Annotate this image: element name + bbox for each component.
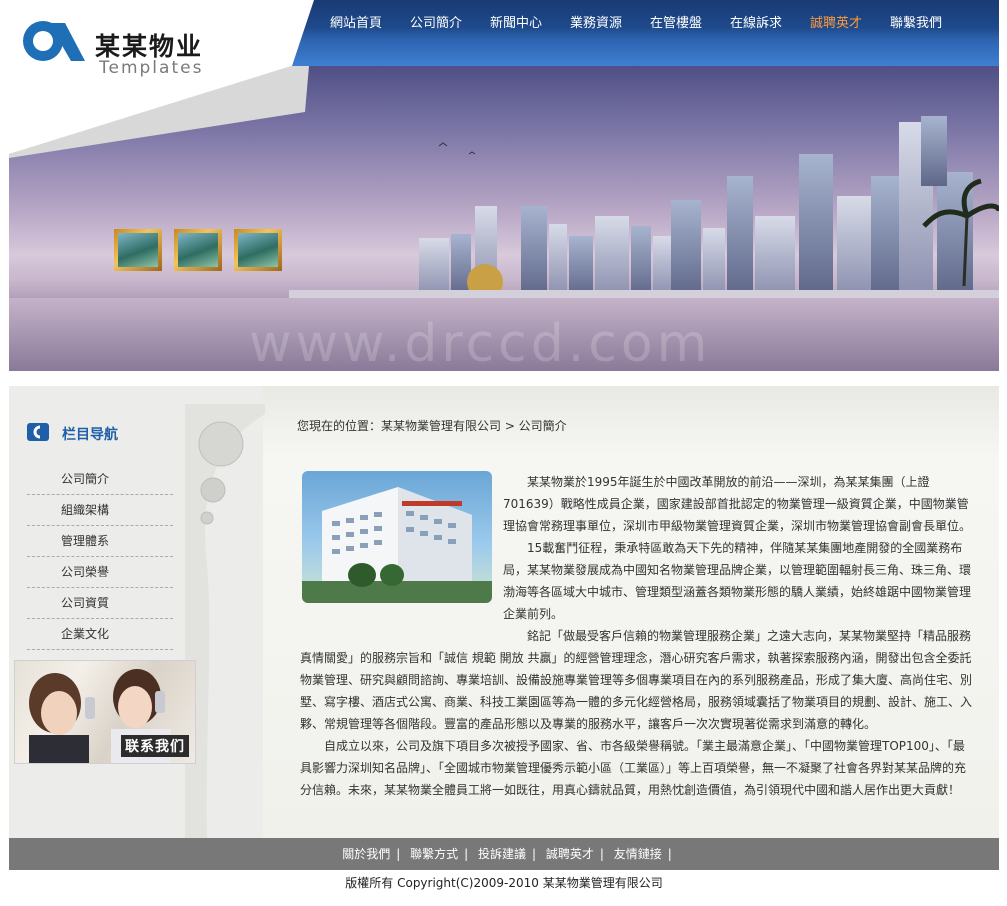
sidebar-item-culture[interactable]: 企業文化 [27, 619, 173, 650]
sidebar-item-qualifications[interactable]: 公司資質 [27, 588, 173, 619]
banner-thumbnail[interactable] [174, 229, 222, 271]
sidebar-item-company-profile[interactable]: 公司簡介 [27, 464, 173, 495]
nav-item-business[interactable]: 業務資源 [556, 8, 636, 42]
footer-separator: | [531, 847, 537, 861]
sidebar-item-honors[interactable]: 公司榮譽 [27, 557, 173, 588]
footer-link-complaints[interactable]: 投訴建議 [478, 847, 526, 861]
article-paragraph: 銘記「做最受客戶信賴的物業管理服務企業」之遠大志向，某某物業堅持「精品服務 真情… [300, 629, 973, 731]
nav-item-contact[interactable]: 聯繫我們 [876, 8, 956, 42]
brand-subtitle: Templates [99, 58, 204, 78]
footer-separator: | [667, 847, 672, 861]
article-paragraph: 自成立以來，公司及旗下項目多次被授予國家、省、市各級榮譽稱號。「業主最滿意企業」… [300, 739, 967, 797]
nav-item-properties[interactable]: 在管樓盤 [636, 8, 716, 42]
nav-title-icon [27, 423, 49, 441]
footer-link-contact[interactable]: 聯繫方式 [410, 847, 458, 861]
sidebar-title: 栏目导航 [62, 427, 118, 443]
breadcrumb: 您現在的位置：某某物業管理有限公司 > 公司簡介 [297, 419, 567, 433]
nav-item-news[interactable]: 新聞中心 [476, 8, 556, 42]
footer-link-friends[interactable]: 友情鏈接 [614, 847, 662, 861]
footer-separator: | [396, 847, 401, 861]
nav-item-about[interactable]: 公司簡介 [396, 8, 476, 42]
main-area: 栏目导航 公司簡介 組織架構 管理體系 公司榮譽 公司資質 企業文化 联系我们 [9, 386, 999, 838]
footer-link-about[interactable]: 關於我們 [342, 847, 390, 861]
sidebar: 栏目导航 公司簡介 組織架構 管理體系 公司榮譽 公司資質 企業文化 联系我们 [9, 386, 265, 838]
banner-thumbnail[interactable] [234, 229, 282, 271]
footer-links-bar: 關於我們 | 聯繫方式 | 投訴建議 | 誠聘英才 | 友情鏈接 | [9, 838, 999, 870]
logo[interactable]: 某某物业 Templates [9, 0, 319, 160]
footer-separator: | [599, 847, 604, 861]
footer-separator: | [464, 847, 469, 861]
article-body: 某某物業於1995年誕生於中國改革開放的前沿——深圳，為某某集團（上證70163… [300, 471, 975, 801]
nav-item-online-request[interactable]: 在線訴求 [716, 8, 796, 42]
banner-thumbnail[interactable] [114, 229, 162, 271]
banner-watermark: www.drccd.com [249, 314, 712, 371]
logo-mark-icon [23, 21, 85, 61]
nav-item-careers[interactable]: 誠聘英才 [796, 8, 876, 42]
nav-item-home[interactable]: 網站首頁 [316, 8, 396, 42]
contact-us-banner[interactable]: 联系我们 [14, 660, 196, 764]
footer-link-careers[interactable]: 誠聘英才 [546, 847, 594, 861]
sidebar-decoration [185, 404, 265, 838]
copyright: 版權所有 Copyright(C)2009-2010 某某物業管理有限公司 [345, 876, 663, 890]
contact-us-label: 联系我们 [121, 735, 189, 757]
main-nav: 網站首頁 公司簡介 新聞中心 業務資源 在管樓盤 在線訴求 誠聘英才 聯繫我們 [316, 8, 999, 42]
sidebar-item-management-system[interactable]: 管理體系 [27, 526, 173, 557]
sidebar-item-organization[interactable]: 組織架構 [27, 495, 173, 526]
